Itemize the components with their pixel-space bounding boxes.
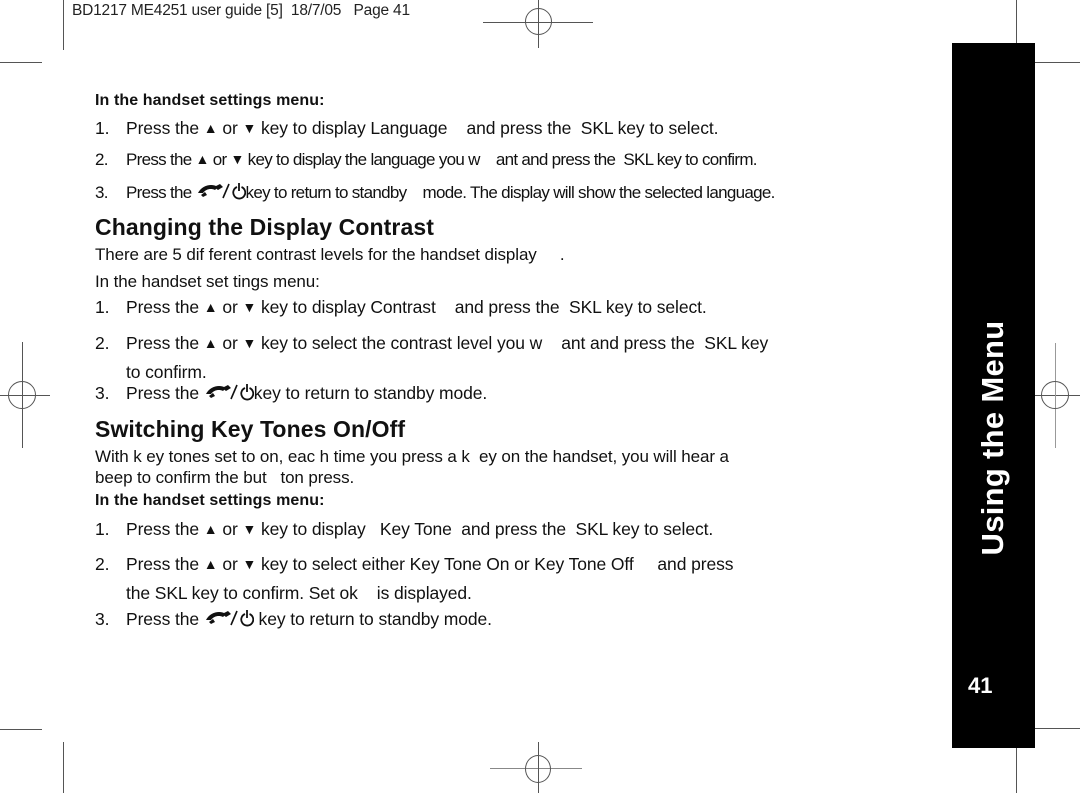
step-number: 1.	[95, 118, 110, 138]
step: 3. Press the key to return to standby mod…	[95, 608, 492, 633]
step-text: key to display Contrast and press the SK…	[256, 297, 707, 317]
step: 3. Press the key to return to standby mod…	[95, 181, 775, 206]
step-number: 2.	[95, 150, 108, 169]
step-text: Press the	[126, 554, 204, 574]
section-intro: beep to confirm the but ton press.	[95, 468, 355, 487]
step: 2. Press the ▲ or ▼ key to select the con…	[95, 329, 768, 386]
step-text: Press the	[126, 383, 204, 403]
step-text: Press the	[126, 183, 196, 202]
crop-mark	[1016, 742, 1017, 793]
step: 3. Press the key to return to standby mod…	[95, 382, 487, 407]
step-text: or	[217, 554, 243, 574]
step-text: Press the	[126, 609, 204, 629]
step: 1. Press the ▲ or ▼ key to display Langua…	[95, 118, 718, 139]
print-slug: BD1217 ME4251 user guide [5] 18/7/05 Pag…	[72, 2, 410, 19]
step: 2. Press the ▲ or ▼ key to select either …	[95, 550, 733, 607]
crop-mark	[1030, 62, 1080, 63]
step-number: 2.	[95, 333, 110, 353]
up-arrow-key-icon: ▲	[203, 299, 218, 315]
section-subhead: In the handset settings menu:	[95, 492, 325, 509]
step-number: 1.	[95, 297, 110, 317]
up-arrow-key-icon: ▲	[203, 335, 218, 351]
registration-mark-right	[1030, 340, 1080, 450]
section-subhead: In the handset set tings menu:	[95, 272, 320, 291]
step-text: or	[217, 333, 243, 353]
step-text: Press the	[126, 333, 204, 353]
step-number: 3.	[95, 183, 108, 202]
step-number: 1.	[95, 519, 110, 539]
section-side-tab: Using the Menu 41	[952, 43, 1035, 748]
section-subhead: In the handset settings menu:	[95, 92, 325, 109]
step: 1. Press the ▲ or ▼ key to display Key To…	[95, 519, 713, 540]
step-text: key to return to standby mode.	[253, 609, 492, 629]
step-text: or	[217, 297, 243, 317]
step-text: Press the	[126, 519, 204, 539]
section-heading: Changing the Display Contrast	[95, 214, 434, 240]
up-arrow-key-icon: ▲	[203, 521, 218, 537]
step-text: or	[217, 118, 243, 138]
step-text: or	[208, 150, 231, 169]
registration-mark-bottom	[483, 742, 593, 793]
step-text: key to select either Key Tone On or Key …	[256, 554, 734, 574]
down-arrow-key-icon: ▼	[242, 335, 257, 351]
down-arrow-key-icon: ▼	[242, 556, 257, 572]
down-arrow-key-icon: ▼	[242, 521, 257, 537]
step-text: key to display the language you w ant an…	[243, 150, 758, 169]
end-call-power-icon	[204, 382, 254, 407]
step-text-continued: the SKL key to confirm. Set ok is displa…	[126, 583, 472, 603]
step-text: key to return to standby mode.	[253, 383, 488, 403]
step: 2. Press the ▲ or ▼ key to display the la…	[95, 150, 758, 170]
step: 1. Press the ▲ or ▼ key to display Contra…	[95, 297, 707, 318]
end-call-power-icon	[196, 181, 246, 206]
crop-mark	[0, 62, 42, 63]
up-arrow-key-icon: ▲	[203, 556, 218, 572]
step-text: key to return to standby mode. The displ…	[245, 183, 776, 202]
section-heading: Switching Key Tones On/Off	[95, 416, 406, 442]
step-text: key to display Language and press the SK…	[256, 118, 719, 138]
end-call-power-icon	[204, 608, 254, 633]
crop-mark	[63, 0, 64, 50]
page-number: 41	[968, 673, 993, 698]
down-arrow-key-icon: ▼	[242, 120, 257, 136]
step-text: Press the	[126, 118, 204, 138]
down-arrow-key-icon: ▼	[230, 151, 244, 167]
registration-mark-top	[483, 0, 593, 50]
section-intro: There are 5 dif ferent contrast levels f…	[95, 245, 565, 264]
down-arrow-key-icon: ▼	[242, 299, 257, 315]
step-number: 3.	[95, 383, 110, 403]
section-intro: With k ey tones set to on, eac h time yo…	[95, 447, 729, 466]
registration-mark-left	[0, 340, 50, 450]
up-arrow-key-icon: ▲	[195, 151, 210, 167]
step-number: 3.	[95, 609, 110, 629]
step-number: 2.	[95, 554, 110, 574]
crop-mark	[63, 742, 64, 793]
step-text: or	[217, 519, 243, 539]
step-text: key to select the contrast level you w a…	[256, 333, 769, 353]
step-text: key to display Key Tone and press the SK…	[256, 519, 714, 539]
side-tab-title: Using the Menu	[975, 320, 1010, 556]
step-text: Press the	[126, 297, 204, 317]
step-text: Press the	[126, 150, 196, 169]
crop-mark	[0, 729, 42, 730]
up-arrow-key-icon: ▲	[203, 120, 218, 136]
crop-mark	[1030, 728, 1080, 729]
